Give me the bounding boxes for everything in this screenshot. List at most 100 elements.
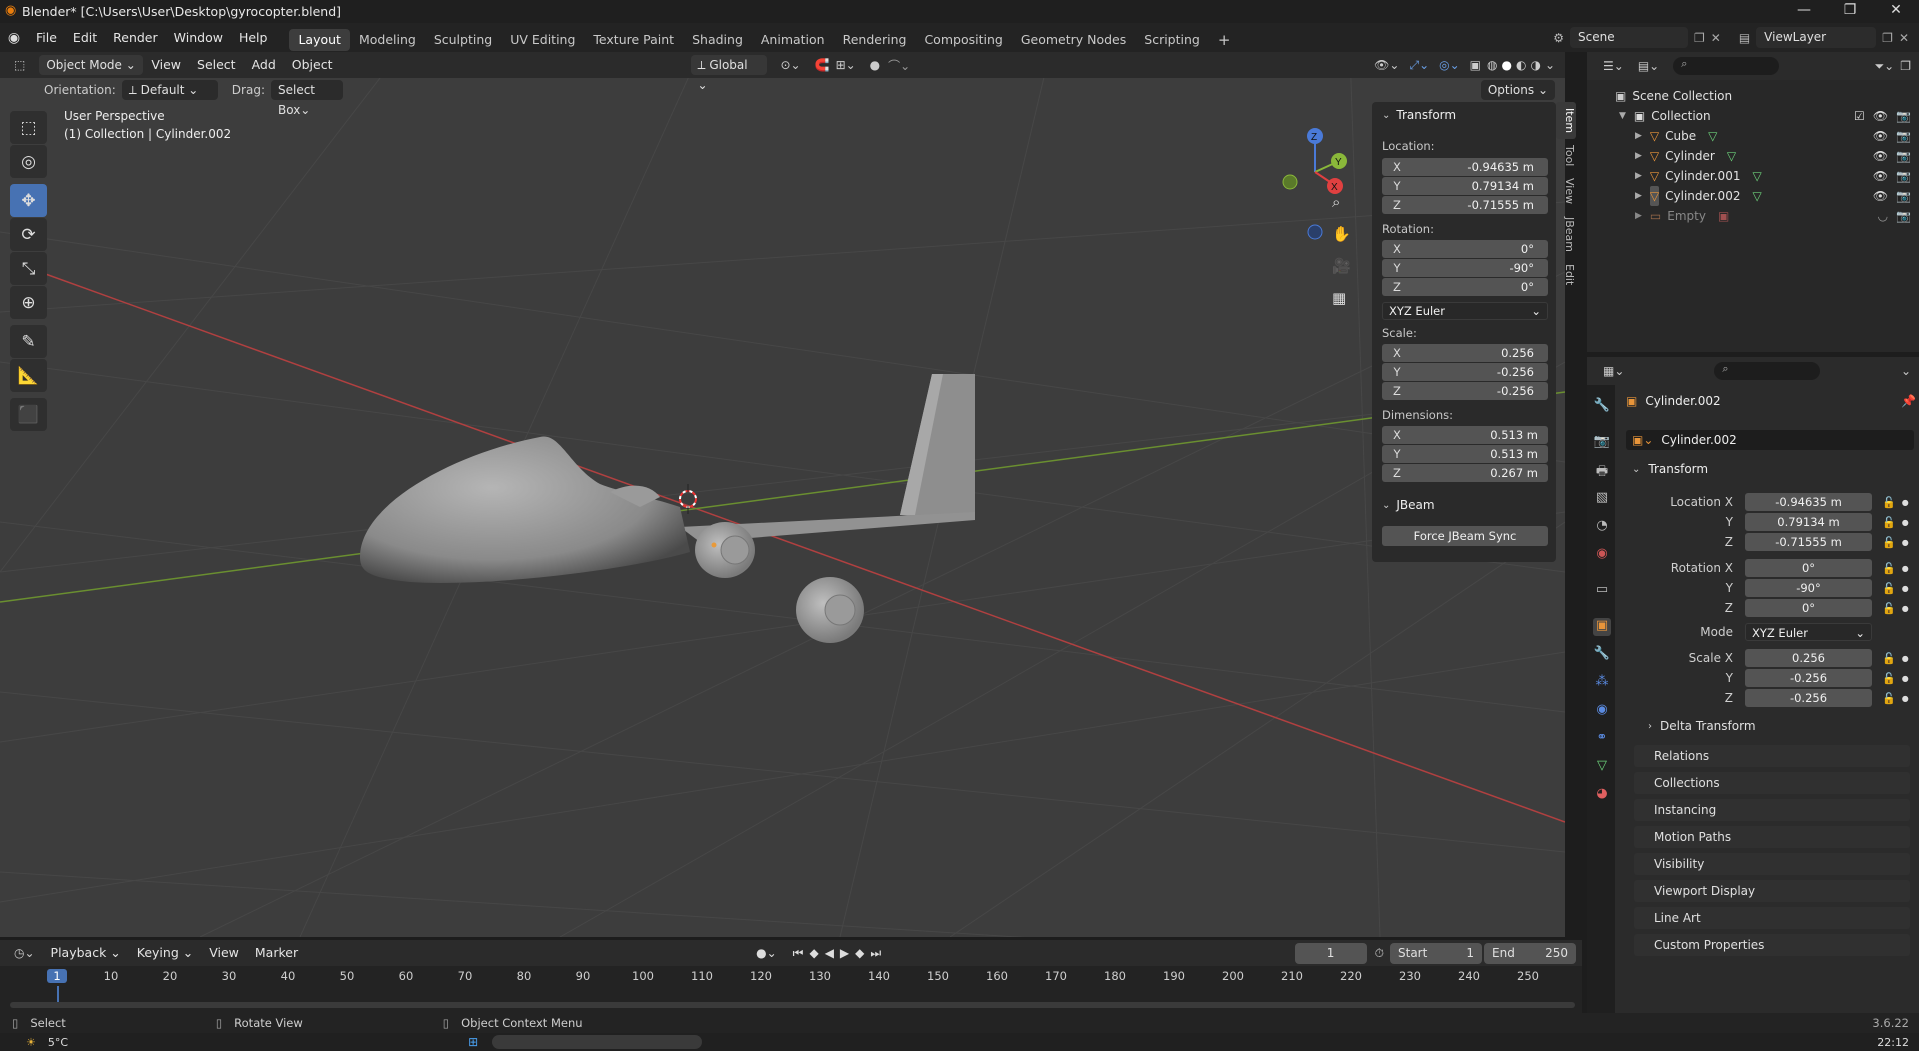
tab-uv-editing[interactable]: UV Editing [501,29,584,51]
render-camera-icon[interactable]: 📷 [1896,186,1911,206]
render-camera-icon[interactable]: 📷 [1896,106,1911,126]
section-line-art[interactable]: Line Art [1634,907,1910,929]
tool-add-cube[interactable]: ⬛ [10,398,47,431]
viewport-menu-view[interactable]: View [143,52,189,78]
location-x-field[interactable]: X -0.94635 m [1382,158,1548,176]
render-camera-icon[interactable]: 📷 [1896,126,1911,146]
timeline-menu-marker[interactable]: Marker [247,940,306,966]
scene-collection-row[interactable]: ▣ Scene Collection [1587,86,1919,106]
transform-panel-header[interactable]: ⌄ Transform [1382,108,1548,122]
timeline-menu-keying[interactable]: Keying ⌄ [129,940,201,966]
object-datablock-field[interactable]: ▣⌄ Cylinder.002 [1626,430,1914,450]
xray-icon[interactable]: ▣ [1470,58,1481,72]
proportional-edit-icon[interactable]: ● [870,58,880,72]
eye-hidden-icon[interactable]: ◡ [1878,206,1888,226]
tab-sculpting[interactable]: Sculpting [425,29,501,51]
viewport-menu-select[interactable]: Select [189,52,244,78]
keyframe-dot-icon[interactable]: ● [1902,538,1909,547]
prop-scale-y-field[interactable]: -0.256 [1745,669,1872,687]
tool-tab-icon[interactable]: 🔧 [1593,398,1611,416]
rotation-x-field[interactable]: X 0° [1382,240,1548,258]
scene-tab-icon[interactable]: ◔ [1593,518,1611,536]
modifier-tab-icon[interactable]: 🔧 [1593,646,1611,664]
shading-wireframe-icon[interactable]: ◍ [1487,58,1497,72]
eye-icon[interactable]: 👁 [1873,106,1888,126]
pan-hand-icon[interactable]: ✋ [1332,225,1351,243]
drag-dropdown[interactable]: Select Box⌄ [270,80,343,117]
visibility-icon[interactable]: 👁⌄ [1374,58,1399,72]
render-camera-icon[interactable]: 📷 [1896,166,1911,186]
shading-options-icon[interactable]: ⌄ [1545,58,1555,72]
viewlayer-field[interactable]: ViewLayer [1756,27,1877,48]
collection-row[interactable]: ▼ ▣ Collection ☑ 👁 📷 [1587,106,1919,126]
lock-icon[interactable]: 🔓 [1882,692,1896,705]
properties-editor-icon[interactable]: ▦⌄ [1603,364,1624,378]
render-camera-icon[interactable]: 📷 [1896,146,1911,166]
dimensions-x-field[interactable]: X 0.513 m [1382,426,1548,444]
scene-remove-icon[interactable]: ✕ [1711,31,1721,45]
jump-end-icon[interactable]: ⏭ [870,946,881,961]
keyframe-dot-icon[interactable]: ● [1902,604,1909,613]
keyframe-dot-icon[interactable]: ● [1902,564,1909,573]
world-tab-icon[interactable]: ◉ [1593,546,1611,564]
rotation-y-field[interactable]: Y -90° [1382,259,1548,277]
options-dropdown[interactable]: Options ⌄ [1480,80,1555,100]
keyframe-dot-icon[interactable]: ● [1902,654,1909,663]
tool-rotate[interactable]: ⟳ [10,218,47,251]
dimensions-z-field[interactable]: Z 0.267 m [1382,464,1548,482]
scale-z-field[interactable]: Z -0.256 [1382,382,1548,400]
shading-rendered-icon[interactable]: ◑ [1530,58,1540,72]
minimize-button[interactable]: — [1781,0,1827,23]
viewlayer-icon[interactable]: ▤ [1739,31,1750,45]
menu-file[interactable]: File [28,23,65,52]
data-tab-icon[interactable]: ▽ [1593,758,1611,776]
material-tab-icon[interactable]: ◕ [1593,786,1611,804]
blender-menu-icon[interactable]: ◉ [0,30,28,46]
transform-orientation-dropdown[interactable]: ⟂ Global ⌄ [690,55,767,92]
stopwatch-icon[interactable]: ⏱ [1375,946,1384,961]
close-button[interactable]: ✕ [1873,0,1919,23]
keyframe-dot-icon[interactable]: ● [1902,674,1909,683]
shading-material-icon[interactable]: ◐ [1516,58,1526,72]
shading-solid-icon[interactable]: ● [1501,58,1511,72]
prop-location-z-field[interactable]: -0.71555 m [1745,533,1872,551]
eye-icon[interactable]: 👁 [1873,146,1888,166]
tab-geometry-nodes[interactable]: Geometry Nodes [1012,29,1135,51]
prop-location-x-field[interactable]: -0.94635 m [1745,493,1872,511]
menu-edit[interactable]: Edit [65,23,105,52]
tab-compositing[interactable]: Compositing [915,29,1011,51]
pivot-icon[interactable]: ⊙⌄ [781,58,801,72]
output-tab-icon[interactable]: 🖶 [1593,462,1611,480]
prop-rotation-mode-dropdown[interactable]: XYZ Euler ⌄ [1745,623,1872,641]
rotation-mode-dropdown[interactable]: XYZ Euler ⌄ [1382,302,1548,320]
scene-new-icon[interactable]: ❐ [1694,31,1705,45]
properties-transform-header[interactable]: ⌄ Transform [1632,462,1914,476]
tool-transform[interactable]: ⊕ [10,286,47,319]
outliner-search-input[interactable]: ⌕ [1673,57,1780,75]
jbeam-panel-header[interactable]: ⌄ JBeam [1382,498,1548,512]
lock-icon[interactable]: 🔓 [1882,562,1896,575]
n-tab-tool[interactable]: Tool [1556,139,1576,172]
outliner-item-cube[interactable]: ▶ ▽ Cube ▽ 👁 📷 [1587,126,1919,146]
eye-icon[interactable]: 👁 [1873,186,1888,206]
menu-help[interactable]: Help [231,23,276,52]
play-icon[interactable]: ▶ [840,946,849,960]
prop-scale-z-field[interactable]: -0.256 [1745,689,1872,707]
mode-selector[interactable]: Object Mode ⌄ [39,55,144,75]
start-frame-field[interactable]: Start 1 [1390,942,1482,964]
editor-type-icon[interactable]: ⬚ [14,58,25,72]
ortho-grid-icon[interactable]: ▦ [1332,289,1346,307]
add-workspace-icon[interactable]: + [1209,29,1240,51]
viewport-menu-add[interactable]: Add [244,52,284,78]
prop-scale-x-field[interactable]: 0.256 [1745,649,1872,667]
outliner-item-cylinder-001[interactable]: ▶ ▽ Cylinder.001 ▽ 👁 📷 [1587,166,1919,186]
gizmo-toggle-icon[interactable]: ⤢⌄ [1409,58,1429,73]
outliner-item-cylinder-002[interactable]: ▶ ▽ Cylinder.002 ▽ 👁 📷 [1587,186,1919,206]
n-tab-item[interactable]: Item [1556,102,1576,140]
menu-render[interactable]: Render [105,23,166,52]
overlay-toggle-icon[interactable]: ◎⌄ [1439,58,1460,72]
current-frame-field[interactable]: 1 [1294,942,1367,964]
3d-viewport[interactable]: ⬚ Object Mode ⌄ View Select Add Object ⟂… [0,52,1565,937]
camera-icon[interactable]: 🎥 [1332,257,1351,275]
location-z-field[interactable]: Z -0.71555 m [1382,196,1548,214]
